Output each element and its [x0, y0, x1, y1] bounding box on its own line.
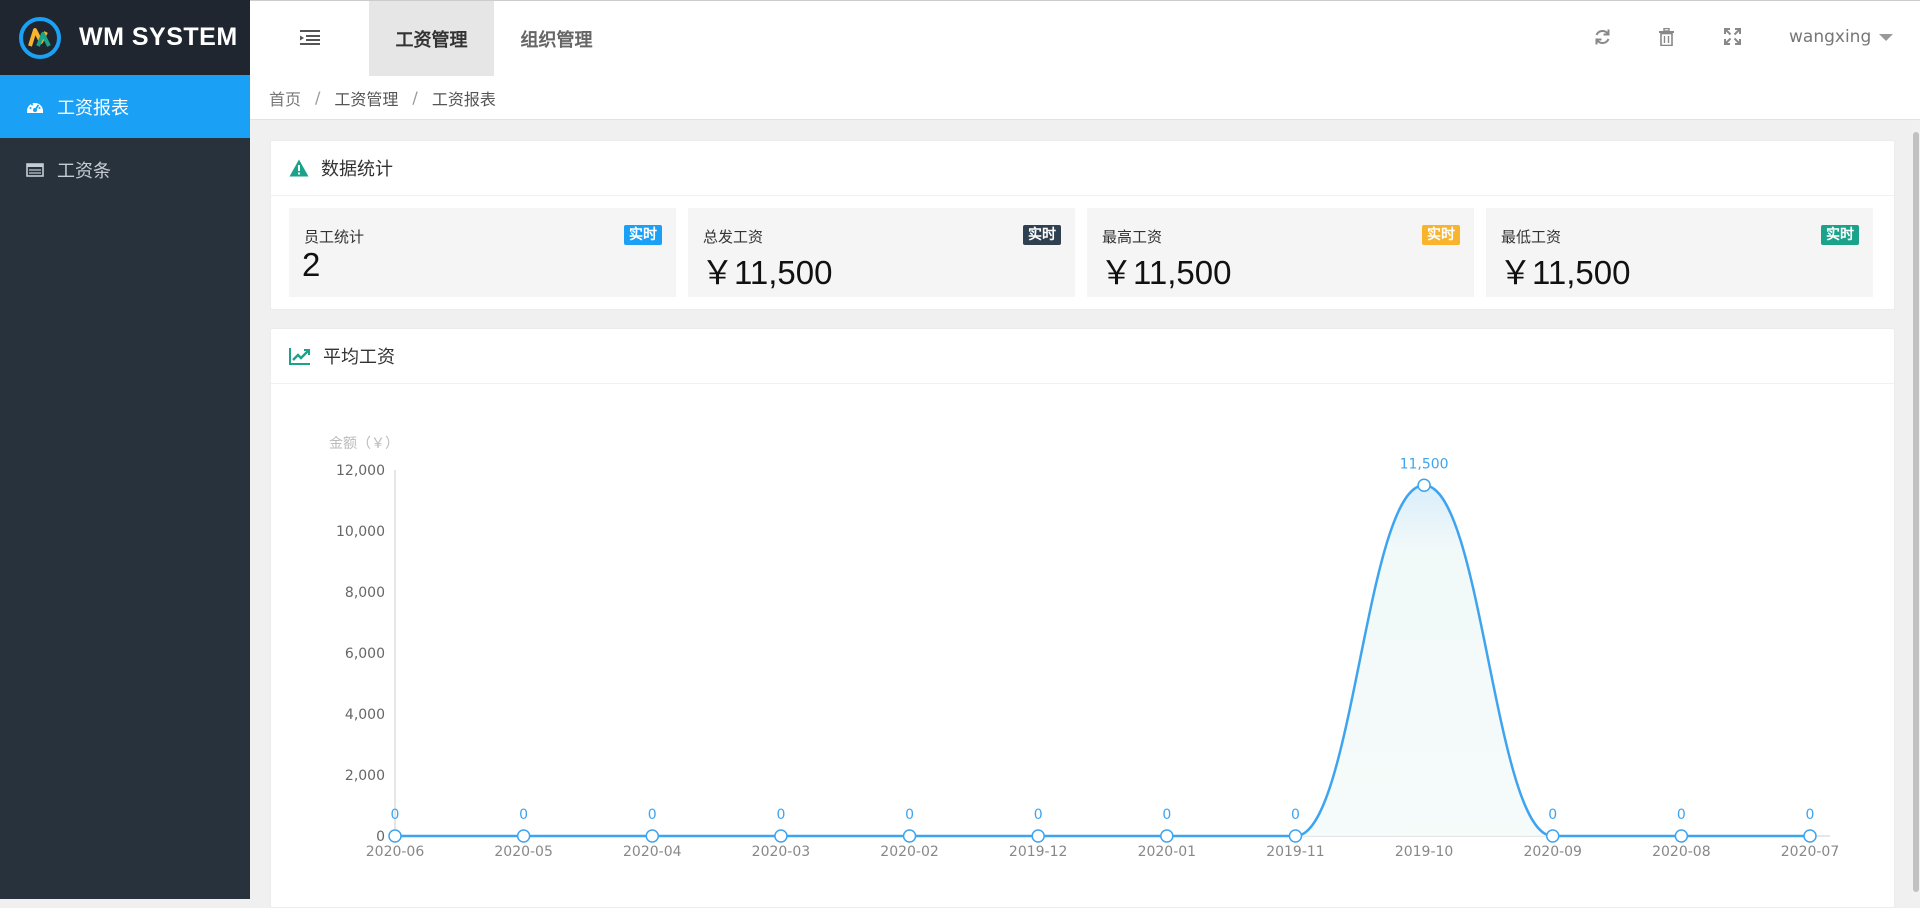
- data-point: [388, 829, 402, 843]
- data-label: 0: [391, 807, 400, 823]
- data-label: 0: [776, 807, 785, 823]
- x-tick-label: 2020-04: [623, 844, 682, 860]
- data-label: 0: [519, 807, 528, 823]
- data-point: [1160, 829, 1174, 843]
- data-label: 0: [1806, 807, 1815, 823]
- scrollbar-thumb[interactable]: [1913, 132, 1919, 892]
- data-label: 0: [1548, 807, 1557, 823]
- series-area: [395, 485, 1810, 836]
- series-line: [395, 483, 1810, 838]
- x-tick-label: 2020-08: [1652, 844, 1711, 860]
- data-label: 0: [905, 807, 914, 823]
- data-label: 0: [1291, 807, 1300, 823]
- data-label: 0: [1034, 807, 1043, 823]
- data-point: [1803, 829, 1817, 843]
- data-label: 0: [1162, 807, 1171, 823]
- data-label: 0: [648, 807, 657, 823]
- data-label: 11,500: [1400, 456, 1449, 472]
- x-tick-label: 2020-01: [1138, 844, 1197, 860]
- data-point: [516, 829, 531, 843]
- data-point: [645, 829, 660, 843]
- average-salary-chart: 金额（￥） 0 2,000 4,000 6,000 8,000 10,000 12,000 2…: [329, 436, 1840, 860]
- data-point: [1674, 829, 1689, 843]
- x-tick-label: 2020-07: [1781, 844, 1840, 860]
- y-tick-label: 10,000: [336, 524, 385, 540]
- y-axis-title: 金额（￥）: [329, 436, 399, 452]
- y-tick-label: 2,000: [345, 768, 385, 784]
- x-tick-label: 2020-02: [880, 844, 939, 860]
- y-tick-label: 4,000: [345, 707, 385, 723]
- x-tick-label: 2019-11: [1266, 844, 1325, 860]
- data-point: [902, 829, 917, 843]
- x-tick-label: 2020-03: [752, 844, 811, 860]
- y-tick-label: 8,000: [345, 585, 385, 601]
- data-point: [774, 829, 788, 843]
- x-tick-label: 2019-10: [1395, 844, 1454, 860]
- x-tick-label: 2019-12: [1009, 844, 1068, 860]
- page-scrollbar[interactable]: [1912, 120, 1920, 899]
- y-tick-label: 6,000: [345, 646, 385, 662]
- y-tick-label: 0: [376, 829, 385, 845]
- data-label: 0: [1677, 807, 1686, 823]
- y-tick-label: 12,000: [336, 463, 385, 479]
- data-point: [1417, 478, 1431, 492]
- data-point: [1288, 829, 1303, 843]
- x-tick-label: 2020-05: [494, 844, 553, 860]
- x-tick-label: 2020-06: [366, 844, 425, 860]
- data-point: [1031, 829, 1045, 843]
- x-tick-label: 2020-09: [1523, 844, 1582, 860]
- data-point: [1545, 829, 1560, 843]
